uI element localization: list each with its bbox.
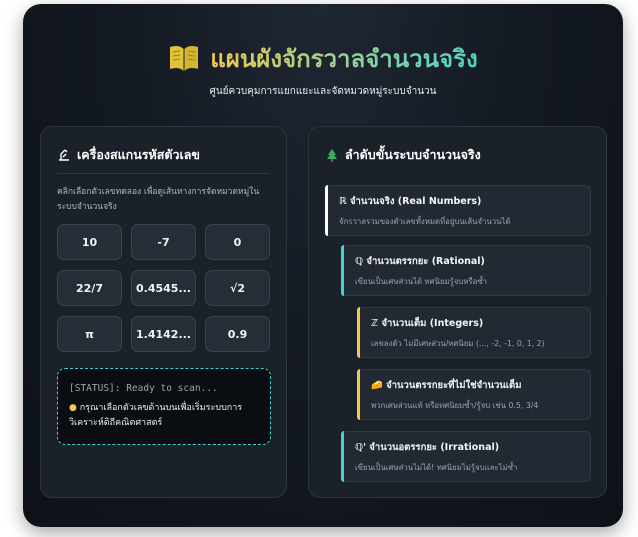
title-row: แผนผังจักรวาลจำนวนจริง xyxy=(23,40,623,76)
number-key[interactable]: 22/7 xyxy=(57,270,122,306)
level-bar xyxy=(357,307,360,358)
page-title: แผนผังจักรวาลจำนวนจริง xyxy=(210,39,477,78)
tree-icon xyxy=(327,149,337,162)
hierarchy-heading: ลำดับขั้นระบบจำนวนจริง xyxy=(325,145,481,165)
scanner-hint: คลิกเลือกตัวเลขทดลอง เพื่อดูเส้นทางการจั… xyxy=(57,187,260,212)
hierarchy-item-desc: จักรวาลรวมของตัวเลขทั้งหมดที่อยู่บนเส้นจ… xyxy=(339,217,511,226)
hierarchy-item-desc: เขียนเป็นเศษส่วนได้ ทศนิยมรู้จบหรือซ้ำ xyxy=(355,277,488,286)
status-console: [STATUS]: Ready to scan... ● กรุณาเลือกต… xyxy=(57,368,271,445)
level-bar xyxy=(341,245,344,296)
status-message-text: กรุณาเลือกตัวเลขด้านบนเพื่อเริ่มระบบการว… xyxy=(69,403,243,428)
hierarchy-symbol: ℤ xyxy=(371,318,379,329)
hierarchy-item-name: จำนวนตรรกยะที่ไม่ใช่จำนวนเต็ม xyxy=(386,380,522,391)
number-key[interactable]: √2 xyxy=(205,270,270,306)
scanner-heading-label: เครื่องสแกนรหัสตัวเลข xyxy=(77,147,200,162)
hierarchy-item-desc: พวกเศษส่วนแท้ หรือทศนิยมซ้ำ/รู้จบ เช่น 0… xyxy=(371,401,539,410)
hierarchy-item-integers[interactable]: ℤ จำนวนเต็ม (Integers) เลขลงตัว ไม่มีเศษ… xyxy=(357,307,591,358)
app-card: แผนผังจักรวาลจำนวนจริง ศูนย์ควบคุมการแยก… xyxy=(23,4,623,527)
status-line: [STATUS]: Ready to scan... xyxy=(69,383,218,394)
hierarchy-symbol: ℚ xyxy=(355,256,364,267)
hierarchy-item-rational-non-integer[interactable]: 🧀 จำนวนตรรกยะที่ไม่ใช่จำนวนเต็ม พวกเศษส่… xyxy=(357,369,591,420)
cheese-icon: 🧀 xyxy=(371,380,383,391)
scanner-heading: เครื่องสแกนรหัสตัวเลข xyxy=(57,145,200,165)
number-key[interactable]: 0 xyxy=(205,224,270,260)
hierarchy-item-real[interactable]: ℝ จำนวนจริง (Real Numbers) จักรวาลรวมของ… xyxy=(325,185,591,236)
hierarchy-item-desc: เลขลงตัว ไม่มีเศษส่วน/ทศนิยม (..., -2, -… xyxy=(371,339,545,348)
hierarchy-item-irrational[interactable]: ℚ' จำนวนอตรรกยะ (Irrational) เขียนเป็นเศ… xyxy=(341,431,591,482)
level-bar xyxy=(325,185,328,236)
number-key[interactable]: 1.4142... xyxy=(131,316,196,352)
hierarchy-item-rational[interactable]: ℚ จำนวนตรรกยะ (Rational) เขียนเป็นเศษส่ว… xyxy=(341,245,591,296)
number-key[interactable]: π xyxy=(57,316,122,352)
hierarchy-panel: ลำดับขั้นระบบจำนวนจริง ℝ จำนวนจริง (Real… xyxy=(308,126,607,498)
scanner-icon xyxy=(59,149,69,161)
hierarchy-item-name: จำนวนจริง (Real Numbers) xyxy=(349,196,482,207)
hierarchy-item-name: จำนวนเต็ม (Integers) xyxy=(381,318,484,329)
number-key[interactable]: -7 xyxy=(131,224,196,260)
divider xyxy=(57,173,270,174)
level-bar xyxy=(357,369,360,420)
hierarchy-item-name: จำนวนตรรกยะ (Rational) xyxy=(366,256,485,267)
hierarchy-item-name: จำนวนอตรรกยะ (Irrational) xyxy=(369,442,500,453)
hierarchy-item-desc: เขียนเป็นเศษส่วนไม่ได้! ทศนิยมไม่รู้จบแล… xyxy=(355,463,518,472)
hierarchy-symbol: ℚ' xyxy=(355,442,366,453)
number-key[interactable]: 0.4545... xyxy=(131,270,196,306)
number-key[interactable]: 0.9 xyxy=(205,316,270,352)
number-key[interactable]: 10 xyxy=(57,224,122,260)
scanner-panel: เครื่องสแกนรหัสตัวเลข คลิกเลือกตัวเลขทดล… xyxy=(40,126,287,498)
number-key-grid: 10 -7 0 22/7 0.4545... √2 π 1.4142... 0.… xyxy=(57,224,270,352)
hierarchy-symbol: ℝ xyxy=(339,196,347,207)
page-subtitle: ศูนย์ควบคุมการแยกแยะและจัดหมวดหมู่ระบบจำ… xyxy=(209,86,437,97)
level-bar xyxy=(341,431,344,482)
lightbulb-icon: ● xyxy=(69,403,77,413)
hierarchy-heading-label: ลำดับขั้นระบบจำนวนจริง xyxy=(345,147,481,162)
open-book-icon xyxy=(170,45,199,71)
status-message: ● กรุณาเลือกตัวเลขด้านบนเพื่อเริ่มระบบกา… xyxy=(69,401,260,431)
